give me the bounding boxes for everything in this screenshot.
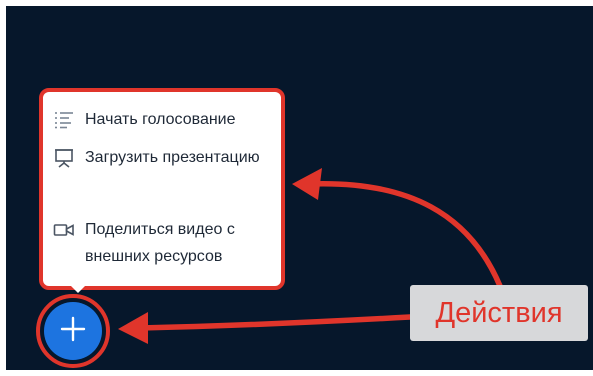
plus-icon [60,316,86,347]
menu-pointer [71,286,85,293]
actions-fab-button[interactable] [44,302,102,360]
menu-item-label: Поделиться видео с внешних ресурсов [85,221,235,265]
callout-text: Действия [435,296,563,329]
poll-list-icon [53,110,75,130]
menu-item-label: Загрузить презентацию [85,149,260,166]
menu-item-start-poll[interactable]: Начать голосование [53,106,267,133]
fab-highlight-ring [36,294,110,368]
menu-item-upload-presentation[interactable]: Загрузить презентацию [53,144,267,171]
presentation-board-icon [53,148,75,168]
video-camera-icon [53,220,75,240]
menu-item-share-video[interactable]: Поделиться видео с внешних ресурсов [53,216,267,270]
menu-item-label: Начать голосование [85,111,236,128]
actions-callout-label: Действия [410,285,588,341]
actions-menu: Начать голосование Загрузить презентацию [39,88,285,290]
